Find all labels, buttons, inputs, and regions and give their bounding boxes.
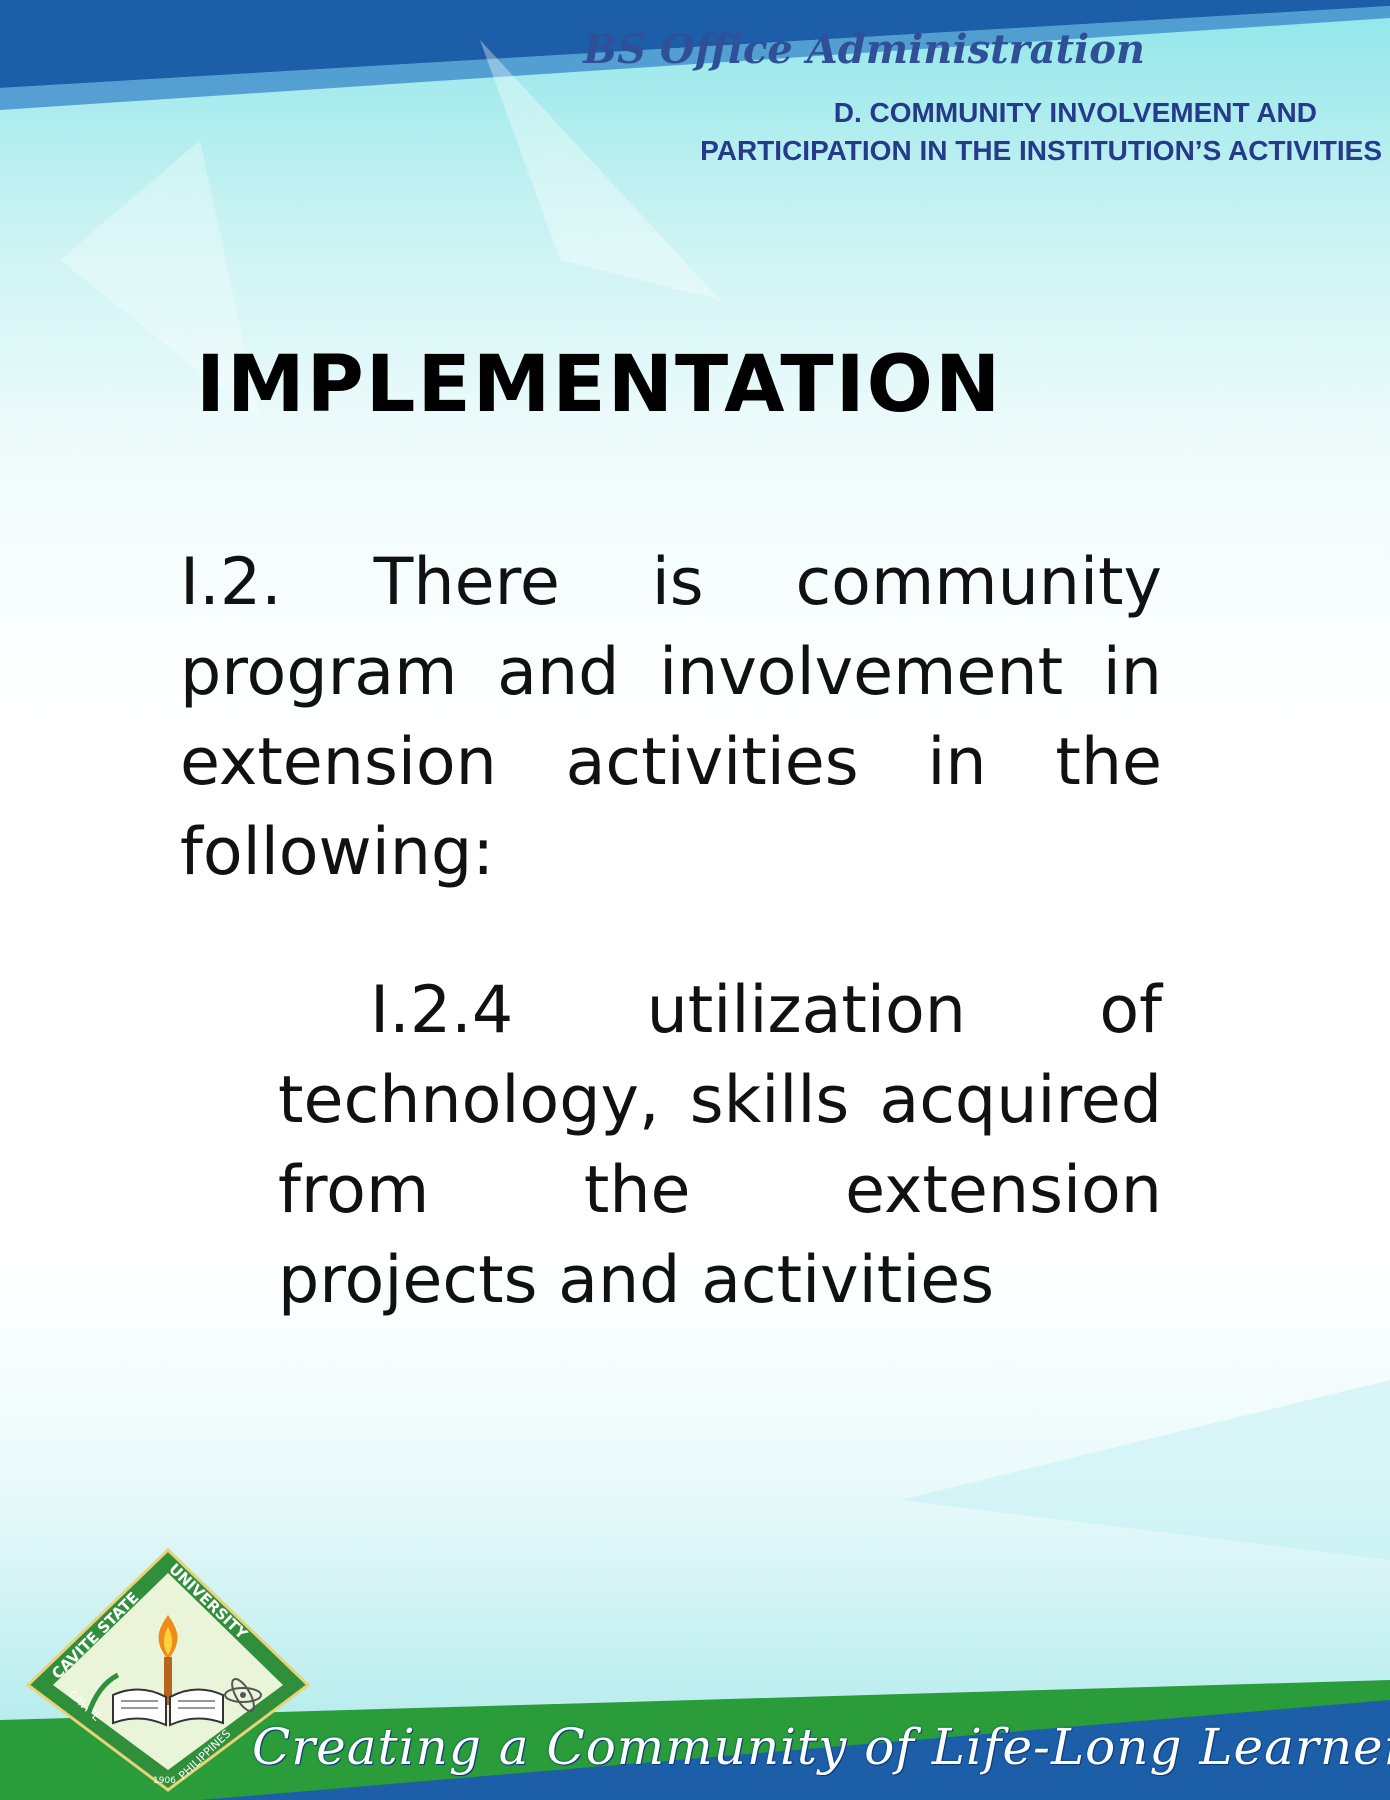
page-title: IMPLEMENTATION: [196, 340, 1003, 430]
section-heading-line1: D. COMMUNITY INVOLVEMENT AND: [833, 97, 1317, 128]
section-heading: D. COMMUNITY INVOLVEMENT AND PARTICIPATI…: [622, 94, 1382, 170]
light-ray: [900, 1380, 1390, 1560]
section-heading-line2: PARTICIPATION IN THE INSTITUTION’S ACTIV…: [700, 135, 1382, 166]
program-title: BS Office Administration: [583, 26, 1145, 73]
background-graphics: [0, 0, 1390, 1800]
light-ray: [480, 40, 720, 300]
sub-criterion-paragraph: I.2.4 utilization of technology, skills …: [278, 973, 1162, 1318]
criterion-paragraph: I.2. There is community program and invo…: [180, 545, 1162, 890]
tagline: Creating a Community of Life-Long Learne…: [252, 1718, 1390, 1776]
seal-text-year: 1906: [153, 1776, 176, 1786]
